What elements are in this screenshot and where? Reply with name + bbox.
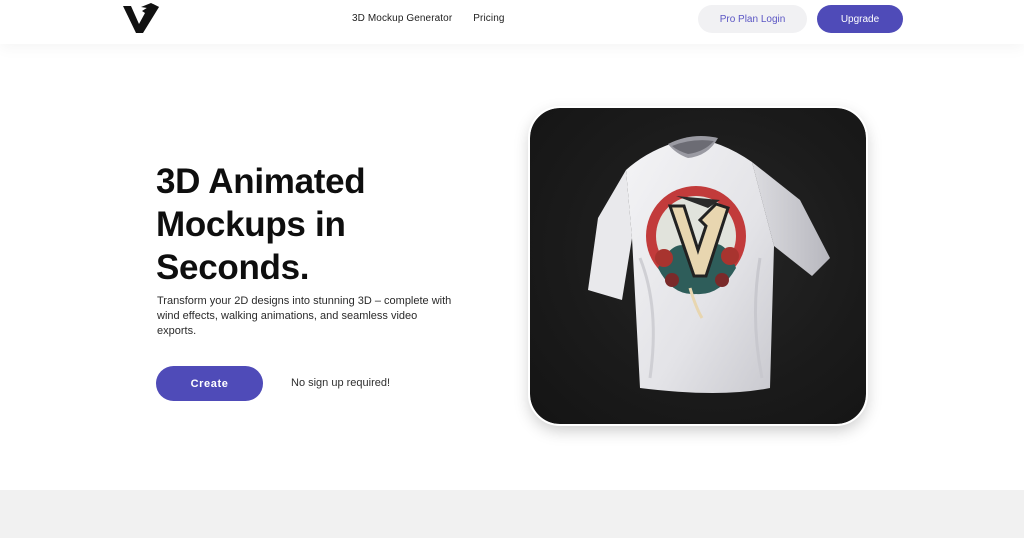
hero-title: 3D Animated Mockups in Seconds. [156, 160, 456, 289]
tshirt-illustration [588, 136, 830, 393]
hero-title-line-2: Mockups in [156, 205, 346, 244]
no-signup-note: No sign up required! [291, 377, 391, 389]
upgrade-button[interactable]: Upgrade [817, 5, 903, 33]
hero-title-line-3: Seconds. [156, 248, 310, 287]
footer-section-band [0, 490, 1024, 538]
pro-plan-login-button[interactable]: Pro Plan Login [698, 5, 807, 33]
nav-links: 3D Mockup Generator Pricing [352, 13, 505, 24]
hero-description: Transform your 2D designs into stunning … [157, 295, 452, 337]
v-logo-icon[interactable] [121, 2, 161, 35]
create-button[interactable]: Create [156, 366, 263, 401]
top-navigation: 3D Mockup Generator Pricing Pro Plan Log… [0, 0, 1024, 44]
tshirt-mockup-image [528, 106, 868, 426]
hero-title-line-1: 3D Animated [156, 162, 366, 201]
nav-link-3d-mockup-generator[interactable]: 3D Mockup Generator [352, 13, 452, 24]
nav-link-pricing[interactable]: Pricing [473, 13, 504, 24]
